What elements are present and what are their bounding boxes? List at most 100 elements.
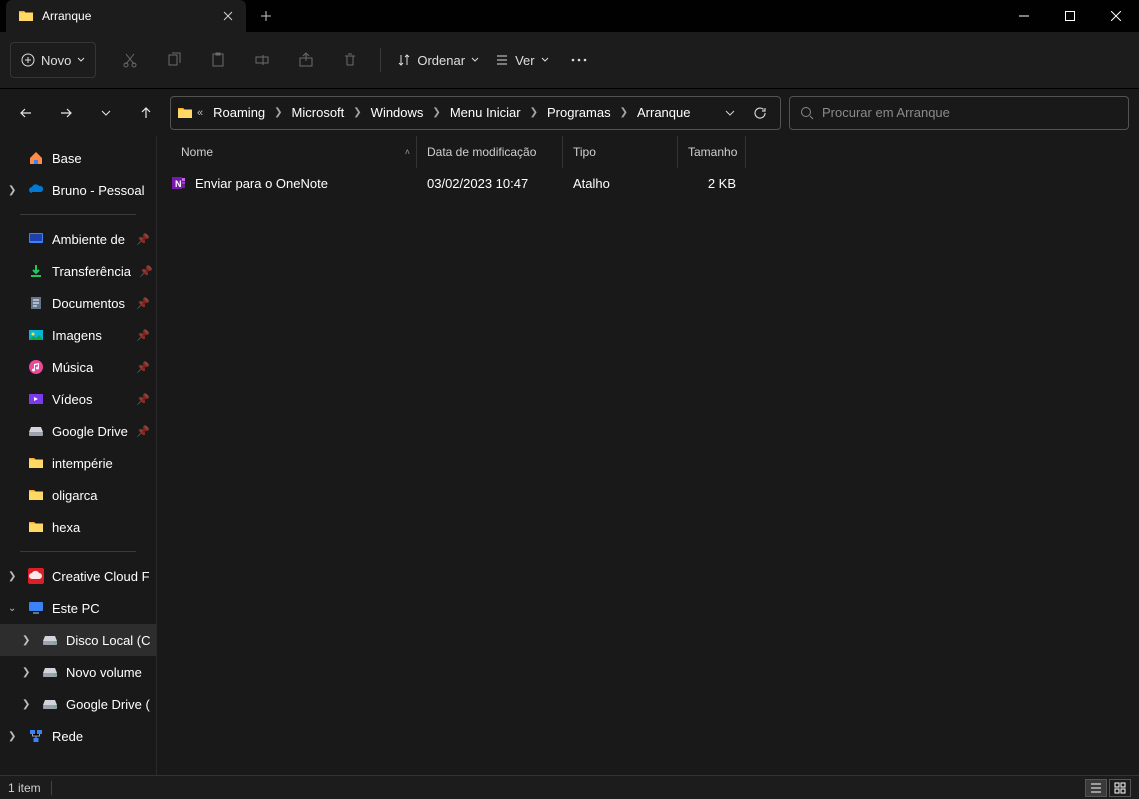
home-icon: [28, 150, 44, 166]
chevron-right-icon: ❯: [8, 185, 16, 196]
sidebar-item[interactable]: Base: [0, 142, 156, 174]
breadcrumb-dropdown[interactable]: [716, 99, 744, 127]
sort-label: Ordenar: [417, 53, 465, 68]
search-box[interactable]: [789, 96, 1129, 130]
paste-button[interactable]: [198, 42, 238, 78]
rename-icon: [254, 52, 270, 68]
breadcrumb[interactable]: « Roaming ❯ Microsoft ❯ Windows ❯ Menu I…: [170, 96, 781, 130]
tab-arranque[interactable]: Arranque: [6, 0, 246, 32]
file-name: Enviar para o OneNote: [195, 176, 328, 191]
close-tab-button[interactable]: [220, 8, 236, 24]
column-headers: Nome˄ Data de modificação Tipo Tamanho: [157, 136, 1139, 168]
sidebar[interactable]: Base ❯ Bruno - Pessoal Ambiente de📌Transfer…: [0, 136, 156, 775]
sidebar-item[interactable]: Imagens 📌: [0, 319, 156, 351]
new-button[interactable]: Novo: [10, 42, 96, 78]
copy-button[interactable]: [154, 42, 194, 78]
sidebar-item-label: Bruno - Pessoal: [52, 183, 145, 198]
sidebar-item[interactable]: Google Drive📌: [0, 415, 156, 447]
new-tab-button[interactable]: [246, 0, 286, 32]
pin-icon: 📌: [136, 329, 150, 342]
sidebar-item[interactable]: ❯Novo volume: [0, 656, 156, 688]
folder-icon: [177, 105, 193, 121]
share-button[interactable]: [286, 42, 326, 78]
sidebar-item[interactable]: ❯Disco Local (C: [0, 624, 156, 656]
search-input[interactable]: [822, 105, 1118, 120]
file-list[interactable]: NEnviar para o OneNote03/02/2023 10:47At…: [157, 168, 1139, 775]
drive-icon: [42, 696, 58, 712]
sidebar-item-label: Disco Local (C: [66, 633, 151, 648]
view-button[interactable]: Ver: [489, 42, 555, 78]
column-name[interactable]: Nome˄: [157, 136, 417, 168]
sidebar-item[interactable]: intempérie: [0, 447, 156, 479]
sidebar-item[interactable]: hexa: [0, 511, 156, 543]
plus-circle-icon: [21, 53, 35, 67]
column-date[interactable]: Data de modificação: [417, 136, 563, 168]
view-thumbnails-button[interactable]: [1109, 779, 1131, 797]
paste-icon: [210, 52, 226, 68]
sidebar-item-label: Creative Cloud F: [52, 569, 150, 584]
chevron-right-icon: ❯: [431, 107, 441, 118]
breadcrumb-item[interactable]: Menu Iniciar: [444, 101, 527, 124]
cc-icon: [28, 568, 44, 584]
folder-icon: [18, 8, 34, 24]
more-button[interactable]: [559, 42, 599, 78]
sidebar-item[interactable]: Ambiente de📌: [0, 223, 156, 255]
column-size[interactable]: Tamanho: [678, 136, 746, 168]
chevron-right-icon: ❯: [273, 107, 283, 118]
folder-icon: [28, 487, 44, 503]
breadcrumb-overflow[interactable]: «: [195, 107, 205, 119]
sidebar-item[interactable]: Música📌: [0, 351, 156, 383]
statusbar: 1 item: [0, 775, 1139, 799]
file-row[interactable]: NEnviar para o OneNote03/02/2023 10:47At…: [157, 168, 1139, 198]
chevron-down-icon: [541, 56, 549, 64]
breadcrumb-item[interactable]: Arranque: [631, 101, 696, 124]
column-type[interactable]: Tipo: [563, 136, 678, 168]
drive-icon: [42, 632, 58, 648]
chevron-down-icon: ⌄: [8, 603, 16, 614]
back-button[interactable]: [10, 97, 42, 129]
ellipsis-icon: [571, 58, 587, 62]
sort-indicator-icon: ˄: [405, 147, 410, 157]
sidebar-item[interactable]: Vídeos📌: [0, 383, 156, 415]
sidebar-item[interactable]: ❯Creative Cloud F: [0, 560, 156, 592]
minimize-button[interactable]: [1001, 0, 1047, 32]
maximize-button[interactable]: [1047, 0, 1093, 32]
documents-icon: [28, 295, 44, 311]
search-icon: [800, 106, 814, 120]
cut-button[interactable]: [110, 42, 150, 78]
sort-button[interactable]: Ordenar: [391, 42, 485, 78]
pin-icon: 📌: [136, 233, 150, 246]
pc-icon: [28, 600, 44, 616]
downloads-icon: [28, 263, 44, 279]
sidebar-item-label: Documentos: [52, 296, 125, 311]
sidebar-item[interactable]: ⌄ Este PC: [0, 592, 156, 624]
sidebar-item-label: Imagens: [52, 328, 102, 343]
tab-title: Arranque: [42, 9, 212, 23]
delete-button[interactable]: [330, 42, 370, 78]
up-button[interactable]: [130, 97, 162, 129]
breadcrumb-item[interactable]: Windows: [365, 101, 430, 124]
refresh-button[interactable]: [746, 99, 774, 127]
sidebar-item[interactable]: oligarca: [0, 479, 156, 511]
sidebar-item-label: Vídeos: [52, 392, 92, 407]
rename-button[interactable]: [242, 42, 282, 78]
chevron-down-icon: [101, 108, 111, 118]
sidebar-item[interactable]: ❯Google Drive (: [0, 688, 156, 720]
copy-icon: [166, 52, 182, 68]
breadcrumb-item[interactable]: Roaming: [207, 101, 271, 124]
sidebar-item[interactable]: ❯Rede: [0, 720, 156, 752]
sidebar-item[interactable]: ❯ Bruno - Pessoal: [0, 174, 156, 206]
breadcrumb-item[interactable]: Microsoft: [286, 101, 351, 124]
view-details-button[interactable]: [1085, 779, 1107, 797]
sidebar-item-label: Este PC: [52, 601, 100, 616]
cut-icon: [122, 52, 138, 68]
forward-button[interactable]: [50, 97, 82, 129]
chevron-right-icon: ❯: [8, 731, 16, 742]
sidebar-item[interactable]: Transferência📌: [0, 255, 156, 287]
sidebar-item[interactable]: Documentos📌: [0, 287, 156, 319]
breadcrumb-item[interactable]: Programas: [541, 101, 617, 124]
chevron-right-icon: ❯: [529, 107, 539, 118]
window-close-button[interactable]: [1093, 0, 1139, 32]
pictures-icon: [28, 327, 44, 343]
recent-button[interactable]: [90, 97, 122, 129]
